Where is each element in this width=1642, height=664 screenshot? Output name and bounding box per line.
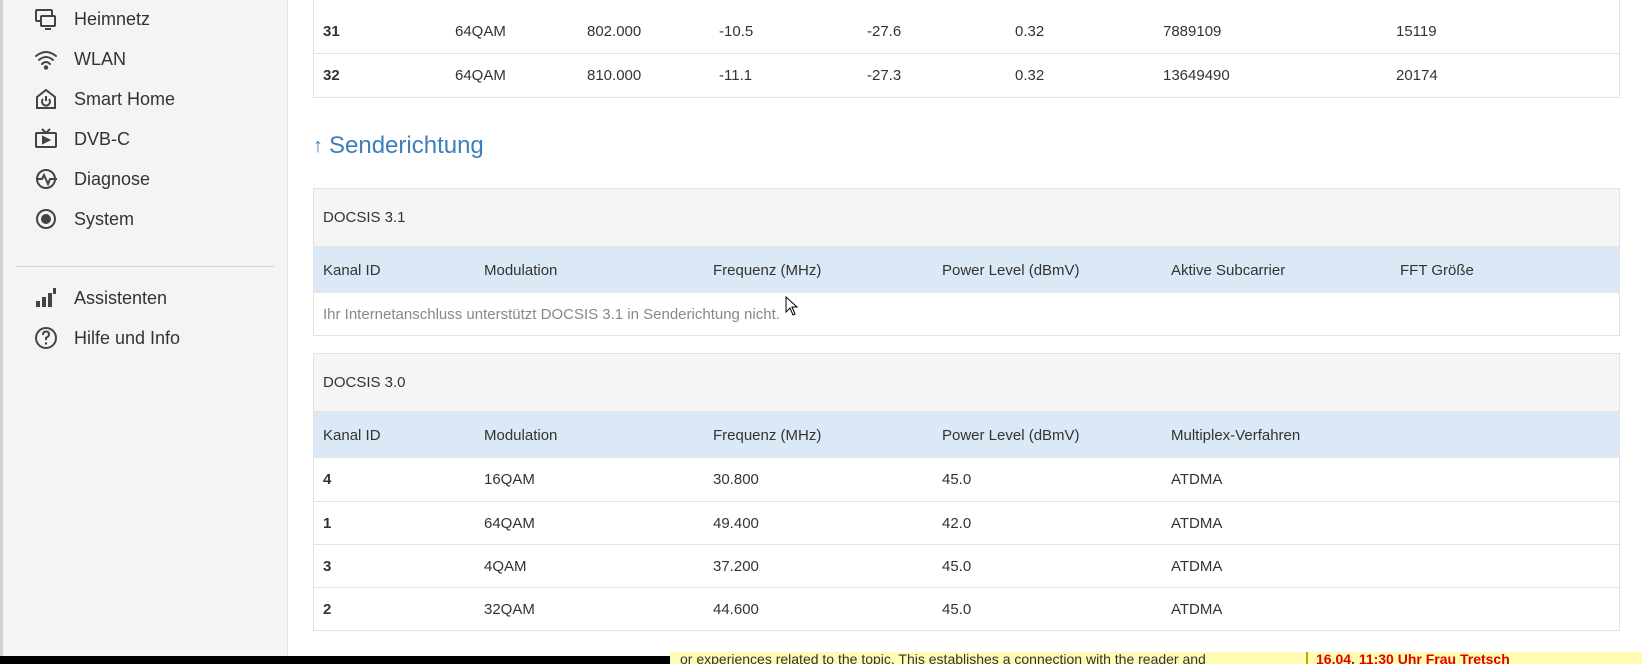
section-title-senderichtung[interactable]: ↑ Senderichtung xyxy=(313,132,484,160)
sidebar-item-label: WLAN xyxy=(74,48,127,69)
sidebar-item-label: Heimnetz xyxy=(74,8,151,29)
sidebar-item-label: Assistenten xyxy=(74,287,168,308)
sidebar-item-wlan[interactable]: WLAN xyxy=(32,43,126,75)
sidebar-item-label: Hilfe und Info xyxy=(74,327,181,348)
sidebar-item-heimnetz[interactable]: Heimnetz xyxy=(32,3,150,35)
table-row: 4 16QAM 30.800 45.0 ATDMA xyxy=(323,471,1223,488)
arrow-up-icon: ↑ xyxy=(313,134,323,157)
sidebar-item-label: DVB-C xyxy=(74,128,131,149)
sidebar-item-dvb-c[interactable]: DVB-C xyxy=(32,123,130,155)
sidebar: Heimnetz WLAN Smart Home DVB-C Diagnose … xyxy=(0,0,288,656)
system-icon xyxy=(32,205,60,233)
sidebar-edge xyxy=(0,0,3,656)
card-title: DOCSIS 3.1 xyxy=(314,189,1619,247)
sidebar-item-label: System xyxy=(74,208,135,229)
smart-home-icon xyxy=(32,85,60,113)
section-title-label: Senderichtung xyxy=(329,132,484,159)
table-row: 2 32QAM 44.600 45.0 ATDMA xyxy=(314,587,1619,630)
document-text: or experiences related to the topic. Thi… xyxy=(680,652,1206,664)
sidebar-item-label: Diagnose xyxy=(74,168,151,189)
downstream-table: 31 64QAM 802.000 -10.5 -27.6 0.32 788910… xyxy=(313,0,1620,98)
mouse-cursor-icon xyxy=(785,296,799,316)
strip-divider xyxy=(1306,652,1308,664)
sidebar-item-hilfe[interactable]: Hilfe und Info xyxy=(32,322,180,354)
diagnose-icon xyxy=(32,165,60,193)
table-row: 1 64QAM 49.400 42.0 ATDMA xyxy=(314,501,1619,544)
bottom-document-strip: or experiences related to the topic. Thi… xyxy=(670,652,1642,664)
assistant-icon xyxy=(32,284,60,312)
table-row: 3 4QAM 37.200 45.0 ATDMA xyxy=(314,544,1619,587)
table-header: Kanal ID Modulation Frequenz (MHz) Power… xyxy=(314,412,1619,458)
sidebar-item-assistenten[interactable]: Assistenten xyxy=(32,282,167,314)
tv-icon xyxy=(32,125,60,153)
docsis31-note: Ihr Internetanschluss unterstützt DOCSIS… xyxy=(314,293,1619,335)
docsis30-rows: 4 16QAM 30.800 45.0 ATDMA 1 64QAM 49.400… xyxy=(314,458,1619,630)
sidebar-item-label: Smart Home xyxy=(74,88,176,109)
sidebar-item-smart-home[interactable]: Smart Home xyxy=(32,83,175,115)
help-icon xyxy=(32,324,60,352)
sidebar-item-diagnose[interactable]: Diagnose xyxy=(32,163,150,195)
docsis31-card: DOCSIS 3.1 Kanal ID Modulation Frequenz … xyxy=(313,188,1620,336)
appointment-text: 16.04. 11:30 Uhr Frau Tretsch xyxy=(1316,652,1510,664)
sidebar-item-system[interactable]: System xyxy=(32,203,134,235)
card-title: DOCSIS 3.0 xyxy=(314,354,1619,412)
docsis30-card: DOCSIS 3.0 Kanal ID Modulation Frequenz … xyxy=(313,353,1620,631)
wifi-icon xyxy=(32,45,60,73)
sidebar-divider xyxy=(16,266,274,267)
table-row: 32 64QAM 810.000 -11.1 -27.3 0.32 136494… xyxy=(314,53,1619,96)
table-header: Kanal ID Modulation Frequenz (MHz) Power… xyxy=(314,247,1619,293)
table-row: 31 64QAM 802.000 -10.5 -27.6 0.32 788910… xyxy=(323,23,1437,40)
monitor-network-icon xyxy=(32,5,60,33)
